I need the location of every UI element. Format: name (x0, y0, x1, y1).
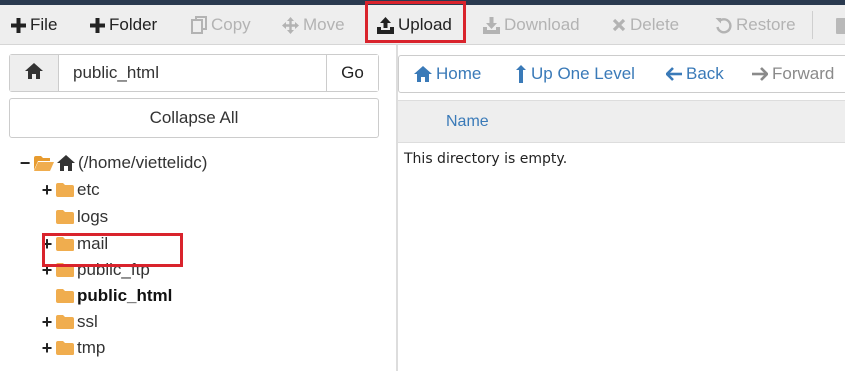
home-icon (25, 62, 43, 84)
go-button[interactable]: Go (326, 55, 378, 91)
folder-icon (56, 315, 74, 329)
tree-item-tmp[interactable]: + tmp (41, 336, 106, 360)
move-button[interactable]: Move (282, 5, 345, 45)
file-button[interactable]: File (11, 5, 57, 45)
tree-item-logs[interactable]: logs (56, 205, 108, 229)
download-button[interactable]: Download (483, 5, 580, 45)
copy-button-label: Copy (211, 15, 251, 34)
open-folder-icon (34, 155, 54, 171)
folder-button-label: Folder (109, 15, 158, 34)
tree-item-label: logs (77, 207, 109, 226)
folder-icon (56, 289, 74, 303)
plus-icon (11, 17, 26, 33)
right-panel: Home Up One Level Back Forward Name This… (398, 45, 845, 371)
copy-icon (191, 16, 207, 34)
copy-button[interactable]: Copy (191, 5, 251, 45)
delete-button-label: Delete (630, 15, 680, 34)
expand-plus-icon[interactable]: + (41, 180, 53, 201)
path-input[interactable] (59, 55, 326, 91)
download-icon (483, 16, 500, 34)
restore-button[interactable]: Restore (715, 5, 796, 45)
name-column-header[interactable]: Name (446, 101, 489, 142)
folder-icon (56, 210, 74, 224)
more-tools-icon[interactable] (836, 18, 845, 34)
expand-plus-icon[interactable]: + (41, 312, 53, 333)
expand-plus-icon[interactable]: + (41, 338, 53, 359)
tree-item-ssl[interactable]: + ssl (41, 310, 98, 334)
tree-item-etc[interactable]: + etc (41, 178, 100, 202)
tree-root-label: (/home/viettelidc) (78, 153, 208, 172)
tree-root[interactable]: − (/home/viettelidc) (19, 151, 208, 175)
delete-button[interactable]: Delete (612, 5, 679, 45)
tree-item-label: ssl (77, 312, 98, 331)
back-label: Back (686, 64, 724, 83)
tree-item-label: tmp (77, 338, 106, 357)
level-up-icon (515, 65, 527, 83)
forward-label: Forward (772, 64, 835, 83)
file-table-header: Name (398, 100, 845, 143)
path-bar: Go (9, 54, 379, 92)
tree-item-label: public_html (77, 286, 173, 305)
up-one-level-button[interactable]: Up One Level (515, 56, 635, 92)
plus-icon (90, 17, 105, 33)
selected-folder-highlight-box (42, 233, 183, 267)
empty-directory-message: This directory is empty. (404, 151, 568, 167)
arrow-left-icon (666, 67, 682, 81)
file-button-label: File (30, 15, 58, 34)
arrow-right-icon (752, 67, 768, 81)
home-icon (57, 155, 75, 171)
undo-icon (715, 17, 732, 34)
move-arrows-icon (282, 16, 299, 34)
folder-button[interactable]: Folder (90, 5, 157, 45)
navigation-bar: Home Up One Level Back Forward (398, 55, 845, 93)
download-button-label: Download (504, 15, 580, 34)
home-path-button[interactable] (10, 55, 59, 91)
up-one-level-label: Up One Level (531, 64, 635, 83)
home-nav-button[interactable]: Home (414, 56, 481, 92)
back-button[interactable]: Back (666, 56, 724, 92)
home-icon (414, 66, 432, 82)
collapse-minus-icon[interactable]: − (19, 153, 31, 174)
upload-highlight-box (365, 1, 466, 43)
tree-item-public-html[interactable]: public_html (56, 284, 172, 308)
left-panel: Go Collapse All − (/home/viettelidc) + e… (0, 45, 396, 371)
move-button-label: Move (303, 15, 345, 34)
close-icon (612, 18, 626, 32)
tree-item-label: etc (77, 180, 100, 199)
folder-icon (56, 341, 74, 355)
restore-button-label: Restore (736, 15, 796, 34)
forward-button[interactable]: Forward (752, 56, 834, 92)
collapse-all-button[interactable]: Collapse All (9, 98, 379, 138)
folder-icon (56, 183, 74, 197)
home-nav-label: Home (436, 64, 482, 83)
toolbar-separator (812, 11, 813, 39)
